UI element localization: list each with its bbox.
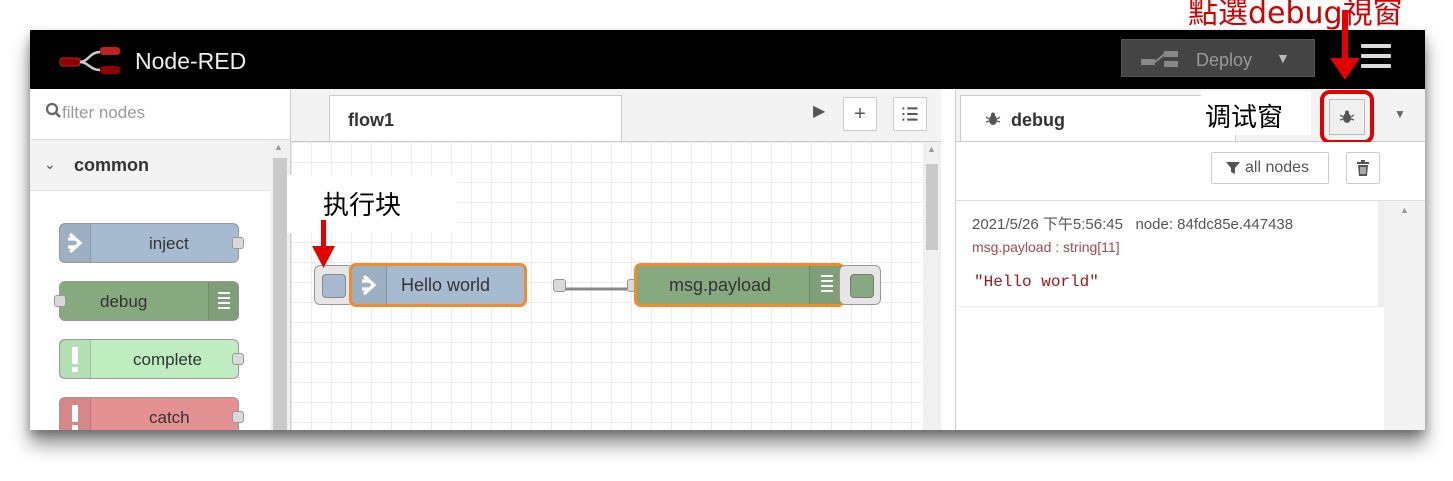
bug-icon — [985, 112, 1001, 125]
annotation-exec-block: 执行块 — [287, 175, 457, 233]
node-red-logo-icon — [59, 47, 120, 74]
exclamation-icon — [60, 398, 91, 430]
exclamation-icon — [60, 340, 91, 378]
scroll-up-icon[interactable]: ▲ — [927, 144, 936, 154]
debug-toolbar: all nodes — [956, 142, 1425, 201]
annotation-debug-window: 调试窗 — [1201, 91, 1311, 135]
filter-funnel-icon — [1226, 162, 1240, 174]
output-port[interactable] — [232, 353, 244, 365]
palette-node-complete[interactable]: complete — [59, 339, 244, 379]
sidebar-tab-bar: debug 调试窗 ▼ — [956, 89, 1425, 144]
palette-node-catch[interactable]: catch — [59, 397, 244, 430]
deploy-button[interactable]: Deploy ▼ — [1121, 39, 1315, 77]
scroll-tabs-right-icon[interactable]: ▶ — [813, 101, 833, 127]
inject-arrow-icon — [60, 224, 91, 262]
highlight-debug-button — [1320, 90, 1374, 144]
inject-trigger-button[interactable] — [314, 265, 354, 305]
filter-all-nodes-button[interactable]: all nodes — [1211, 152, 1329, 184]
node-palette: filter nodes ⌄ common inject debug compl… — [30, 89, 291, 430]
app-title: Node-RED — [135, 48, 247, 74]
category-header-common[interactable]: ⌄ common — [30, 140, 270, 191]
output-port[interactable] — [232, 237, 244, 249]
filter-label: all nodes — [1245, 159, 1310, 176]
palette-node-label: inject — [149, 234, 189, 253]
list-flows-icon[interactable] — [893, 97, 927, 131]
output-port[interactable] — [232, 411, 244, 423]
header-bar: Node-RED Deploy ▼ — [30, 30, 1425, 89]
chevron-down-icon: ⌄ — [44, 156, 56, 172]
flow-canvas[interactable]: 执行块 Hello world msg.payload — [287, 142, 923, 430]
category-label: common — [74, 155, 150, 175]
message-timestamp: 2021/5/26 下午5:56:45 — [972, 216, 1123, 233]
flow-workspace: flow1 ▶ + 执行块 Hello world msg.payload ▲ — [287, 89, 941, 430]
input-port[interactable] — [54, 295, 66, 307]
palette-node-inject[interactable]: inject — [59, 223, 244, 263]
chevron-down-icon[interactable]: ▼ — [1276, 50, 1290, 66]
filter-placeholder: filter nodes — [62, 103, 146, 122]
tab-label: flow1 — [348, 110, 395, 130]
flow-node-label: Hello world — [401, 275, 491, 295]
deploy-icon — [1141, 51, 1178, 67]
sidebar-menu-caret-icon[interactable]: ▼ — [1394, 107, 1406, 121]
message-meta: 2021/5/26 下午5:56:45 node: 84fdc85e.44743… — [972, 213, 1293, 234]
hamburger-menu-icon[interactable] — [1361, 44, 1391, 74]
palette-node-debug[interactable]: debug — [54, 281, 239, 321]
clear-messages-button[interactable] — [1346, 152, 1380, 184]
palette-node-label: catch — [149, 408, 190, 427]
debug-toggle-button[interactable] — [839, 265, 881, 305]
output-port[interactable] — [553, 279, 566, 292]
node-red-window: Node-RED Deploy ▼ filter nodes ⌄ common … — [30, 30, 1425, 430]
debug-message-list: 2021/5/26 下午5:56:45 node: 84fdc85e.44743… — [956, 201, 1425, 430]
workspace-scrollbar-thumb[interactable] — [926, 164, 938, 250]
trash-icon — [1357, 160, 1369, 176]
deploy-label: Deploy — [1196, 50, 1253, 70]
scroll-up-icon[interactable]: ▲ — [274, 142, 283, 152]
inject-arrow-icon — [352, 266, 387, 304]
tab-debug[interactable]: debug — [960, 95, 1236, 141]
annotation-top-caption: 點選debug視窗 — [1188, 0, 1403, 31]
sidebar-debug-panel: debug 调试窗 ▼ all nodes 2021/5/26 下午5:56:4… — [955, 89, 1425, 430]
add-flow-button[interactable]: + — [843, 97, 877, 131]
search-icon — [45, 102, 61, 118]
workspace-scrollbar[interactable]: ▲ — [923, 142, 941, 430]
flow-node-msg-payload[interactable]: msg.payload — [634, 263, 845, 307]
palette-node-label: complete — [133, 350, 202, 369]
filter-nodes-input[interactable]: filter nodes — [30, 89, 290, 140]
flow-wire[interactable] — [561, 282, 631, 296]
debug-scrollbar[interactable]: ▲ — [1384, 201, 1425, 430]
message-node-id[interactable]: node: 84fdc85e.447438 — [1135, 216, 1293, 233]
palette-node-label: debug — [100, 292, 148, 311]
list-lines-icon — [208, 282, 239, 320]
message-topic: msg.payload : string[11] — [972, 239, 1120, 255]
workspace-tab-bar: flow1 ▶ + — [291, 89, 941, 142]
message-value: "Hello world" — [974, 273, 1099, 291]
flow-node-label: msg.payload — [669, 275, 772, 295]
annotation-debug-window-text: 调试窗 — [1205, 103, 1284, 133]
debug-message[interactable]: 2021/5/26 下午5:56:45 node: 84fdc85e.44743… — [956, 201, 1384, 307]
flow-node-hello-world[interactable]: Hello world — [349, 263, 527, 307]
scroll-up-icon[interactable]: ▲ — [1400, 205, 1409, 215]
sidebar-tab-label: debug — [1011, 110, 1065, 130]
palette-node-list: inject debug complete catch — [30, 191, 270, 430]
tab-flow1[interactable]: flow1 — [329, 95, 622, 141]
palette-scrollbar-thumb[interactable] — [273, 158, 287, 430]
annotation-exec-block-text: 执行块 — [323, 191, 402, 221]
